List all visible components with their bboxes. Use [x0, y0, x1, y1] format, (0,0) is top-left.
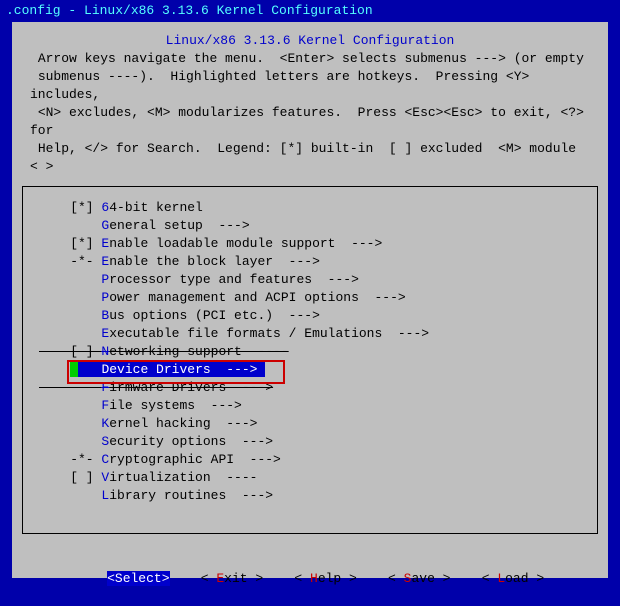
- menu-item[interactable]: [*] 64-bit kernel: [31, 199, 589, 217]
- menu-item[interactable]: Processor type and features --->: [31, 271, 589, 289]
- menu-item[interactable]: Security options --->: [31, 433, 589, 451]
- save-button[interactable]: < Save >: [388, 571, 450, 586]
- menu-item[interactable]: [ ] Networking support ----: [31, 343, 589, 361]
- menu-item[interactable]: -*- Cryptographic API --->: [31, 451, 589, 469]
- menu-item[interactable]: Firmware Drivers --->: [31, 379, 589, 397]
- header-title: Linux/x86 3.13.6 Kernel Configuration: [26, 32, 594, 50]
- menu-item[interactable]: Bus options (PCI etc.) --->: [31, 307, 589, 325]
- exit-button[interactable]: < Exit >: [201, 571, 263, 586]
- menu-item[interactable]: Kernel hacking --->: [31, 415, 589, 433]
- load-button[interactable]: < Load >: [482, 571, 544, 586]
- menu-box: [*] 64-bit kernel General setup ---> [*]…: [22, 186, 598, 534]
- menu-item[interactable]: -*- Enable the block layer --->: [31, 253, 589, 271]
- menu-item[interactable]: Executable file formats / Emulations ---…: [31, 325, 589, 343]
- menu-item[interactable]: Library routines --->: [31, 487, 589, 505]
- main-panel: Linux/x86 3.13.6 Kernel Configuration Ar…: [12, 22, 608, 578]
- menu-item[interactable]: [ ] Virtualization ----: [31, 469, 589, 487]
- menu-item[interactable]: General setup --->: [31, 217, 589, 235]
- menu-item[interactable]: File systems --->: [31, 397, 589, 415]
- menu-item[interactable]: Power management and ACPI options --->: [31, 289, 589, 307]
- button-bar: <Select> < Exit > < Help > < Save > < Lo…: [22, 552, 598, 606]
- header-help-text: Arrow keys navigate the menu. <Enter> se…: [26, 50, 594, 176]
- menu-item[interactable]: Device Drivers --->: [31, 361, 589, 379]
- help-button[interactable]: < Help >: [294, 571, 356, 586]
- window-title: .config - Linux/x86 3.13.6 Kernel Config…: [0, 0, 620, 22]
- header-box: Linux/x86 3.13.6 Kernel Configuration Ar…: [22, 30, 598, 180]
- menu-item-selected: Device Drivers --->: [78, 362, 265, 377]
- menu-item[interactable]: [*] Enable loadable module support --->: [31, 235, 589, 253]
- select-button[interactable]: <Select>: [107, 571, 169, 586]
